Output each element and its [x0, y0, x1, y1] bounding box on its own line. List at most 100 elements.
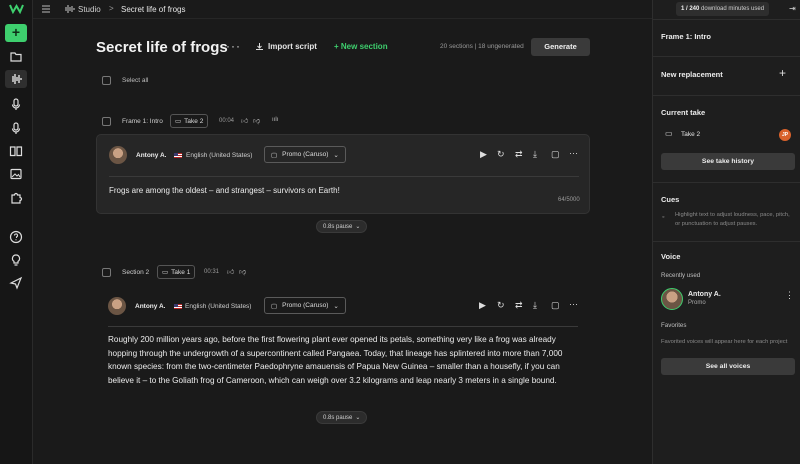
send-icon[interactable]	[8, 275, 24, 291]
waveform-icon[interactable]	[5, 70, 27, 88]
favorites-hint: Favorited voices will appear here for ea…	[661, 339, 788, 345]
book-icon[interactable]	[8, 143, 24, 159]
calendar-icon: ▭	[175, 118, 182, 125]
section-text[interactable]: Frogs are among the oldest – and strange…	[109, 186, 340, 195]
new-section-button[interactable]: + New section	[334, 42, 388, 51]
speaker-name[interactable]: Antony A.	[136, 152, 166, 159]
thumbs-down-icon[interactable]: 👎︎	[239, 267, 246, 276]
more-icon[interactable]: ···	[569, 148, 578, 158]
thumbs-up-icon[interactable]: 👍︎	[241, 116, 248, 125]
section-label: Section 2	[122, 269, 150, 276]
add-icon[interactable]: +	[5, 24, 27, 42]
top-bar: Studio > Secret life of frogs	[33, 0, 652, 19]
section-checkbox[interactable]	[102, 268, 111, 277]
section-text[interactable]: Roughly 200 million years ago, before th…	[108, 333, 578, 387]
speaker-name[interactable]: Antony A.	[135, 303, 165, 310]
language-label[interactable]: English (United States)	[186, 152, 252, 159]
chevron-down-icon: ⌄	[355, 415, 361, 421]
current-take-label: Take 2	[681, 131, 701, 138]
add-replacement-icon[interactable]: +	[779, 66, 786, 80]
section-duration: 00:31	[204, 269, 220, 275]
new-replacement-label: New replacement	[661, 70, 723, 79]
voice-style: Promo	[688, 300, 706, 306]
breadcrumb-separator: >	[109, 4, 114, 13]
voice-label: Promo (Caruso)	[282, 151, 329, 158]
comment-icon[interactable]: ▢	[551, 300, 560, 311]
sidebar-toggle-icon[interactable]	[40, 3, 52, 15]
download-icon[interactable]: ⤓	[533, 149, 537, 160]
divider	[652, 19, 800, 20]
swap-icon[interactable]: ⇄	[515, 149, 523, 160]
breadcrumb-studio[interactable]: Studio	[78, 5, 101, 14]
generate-button[interactable]: Generate	[531, 38, 590, 56]
logo-icon[interactable]	[9, 3, 24, 15]
pause-label: 0.8s pause	[323, 223, 353, 230]
left-rail: +	[0, 0, 33, 464]
section-checkbox[interactable]	[102, 117, 111, 126]
import-script-label: Import script	[268, 42, 317, 51]
pause-chip[interactable]: 0.8s pause ⌄	[316, 220, 368, 233]
folder-icon[interactable]	[8, 49, 24, 65]
collapse-panel-icon[interactable]: ⇥	[789, 4, 796, 13]
us-flag-icon	[174, 153, 182, 158]
swap-icon[interactable]: ⇄	[515, 300, 523, 311]
project-more-icon[interactable]: ···	[226, 39, 241, 53]
favorites-label: Favorites	[661, 322, 687, 329]
take-selector[interactable]: ▭ Take 1	[157, 265, 196, 279]
avatar	[109, 146, 127, 164]
calendar-icon: ▭	[665, 129, 673, 138]
studio-icon	[63, 4, 75, 16]
download-usage-badge: 1 / 240 download minutes used	[676, 2, 770, 16]
chevron-down-icon: ⌄	[355, 224, 361, 230]
divider	[652, 56, 800, 57]
pause-chip[interactable]: 0.8s pause ⌄	[316, 411, 368, 424]
calendar-icon: ▭	[162, 269, 169, 276]
lightbulb-icon[interactable]	[8, 252, 24, 268]
voice-more-icon[interactable]: ⋮	[785, 290, 794, 301]
comment-icon[interactable]: ▢	[551, 149, 560, 160]
voice-name[interactable]: Antony A.	[688, 291, 721, 298]
char-counter: 64/5000	[558, 197, 580, 203]
pause-label: 0.8s pause	[323, 414, 353, 421]
see-take-history-button[interactable]: See take history	[661, 153, 795, 170]
see-all-voices-button[interactable]: See all voices	[661, 358, 795, 375]
language-label[interactable]: English (United States)	[185, 303, 251, 310]
select-all-label: Select all	[122, 77, 149, 84]
frame-title: Frame 1: Intro	[661, 32, 712, 41]
current-take-title: Current take	[661, 108, 706, 117]
regenerate-icon[interactable]: ↻	[497, 149, 505, 160]
breadcrumb-current: Secret life of frogs	[121, 5, 186, 14]
play-icon[interactable]: ▶	[480, 149, 487, 160]
download-icon[interactable]: ⤓	[533, 300, 537, 311]
play-icon[interactable]: ▶	[479, 300, 486, 311]
puzzle-icon[interactable]	[8, 190, 24, 206]
recently-used-label: Recently used	[661, 272, 701, 279]
voice-selector[interactable]: ▢ Promo (Caruso) ⌄	[264, 297, 346, 314]
download-used: 1 / 240	[681, 6, 700, 12]
waveform-small-icon[interactable]: ıılı	[272, 117, 278, 123]
mic-icon[interactable]	[8, 96, 24, 112]
avatar	[108, 297, 126, 315]
thumbs-up-icon[interactable]: 👍︎	[227, 267, 234, 276]
main-content: Secret life of frogs ··· Import script +…	[33, 19, 652, 464]
select-all-checkbox[interactable]	[102, 76, 111, 85]
page-title: Secret life of frogs	[96, 39, 228, 56]
comment-icon: ▢	[271, 151, 278, 159]
divider	[108, 326, 578, 327]
take-label: Take 2	[184, 117, 204, 125]
help-icon[interactable]	[8, 229, 24, 245]
image-icon[interactable]	[8, 166, 24, 182]
chevron-down-icon: ⌄	[333, 151, 339, 159]
regenerate-icon[interactable]: ↻	[497, 300, 505, 311]
mic-alt-icon[interactable]	[8, 120, 24, 136]
thumbs-down-icon[interactable]: 👎︎	[253, 116, 260, 125]
voice-selector[interactable]: ▢ Promo (Caruso) ⌄	[264, 146, 346, 163]
download-icon	[256, 43, 263, 50]
divider	[652, 182, 800, 183]
cues-title: Cues	[661, 195, 680, 204]
import-script-button[interactable]: Import script	[255, 42, 317, 51]
section-card: Antony A. English (United States) ▢ Prom…	[96, 134, 590, 214]
take-selector[interactable]: ▭ Take 2	[170, 114, 209, 128]
comment-icon: ▢	[271, 302, 278, 310]
more-icon[interactable]: ···	[569, 299, 578, 309]
